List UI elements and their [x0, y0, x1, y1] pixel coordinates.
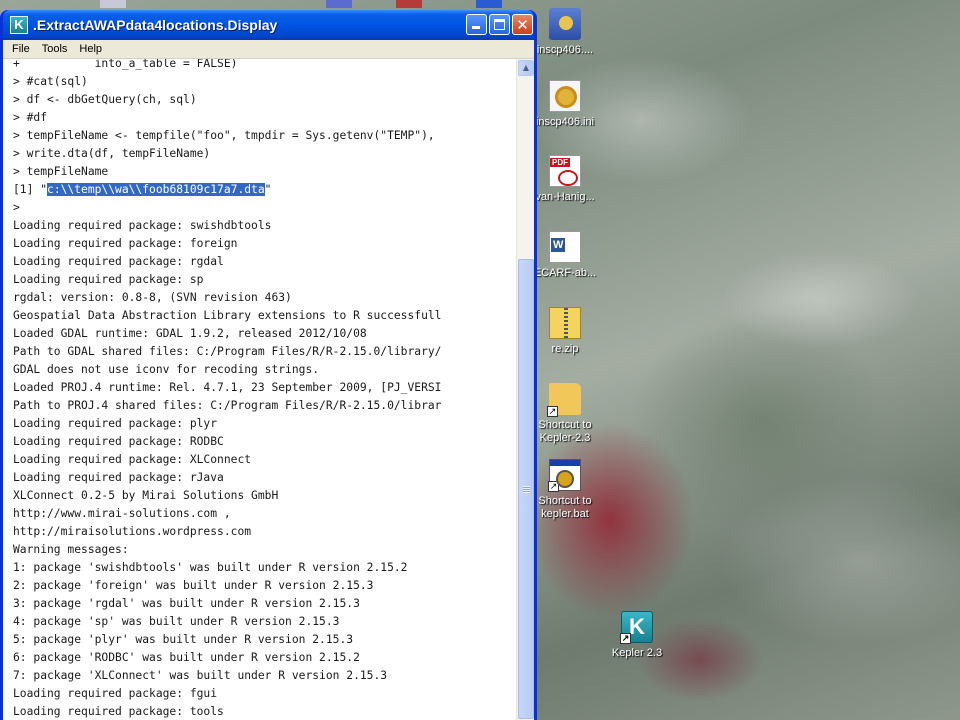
close-button[interactable]: ✕ [512, 14, 533, 35]
desktop-icon-label: Kepler 2.3 [611, 647, 663, 659]
console-line: Loaded GDAL runtime: GDAL 1.9.2, release… [13, 327, 367, 340]
console-line: 6: package 'RODBC' was built under R ver… [13, 651, 360, 664]
console-line: 5: package 'plyr' was built under R vers… [13, 633, 354, 646]
desktop-icon-kepler-bat-shortcut[interactable]: ↗ Shortcut to kepler.bat [525, 459, 605, 521]
close-icon: ✕ [516, 16, 529, 34]
minimize-icon [472, 26, 480, 29]
exe-icon [549, 8, 581, 40]
desktop-icon-label: Shortcut to kepler.bat [538, 495, 592, 520]
kepler-app-icon[interactable]: K [10, 16, 28, 34]
console-line: Loading required package: fgui [13, 687, 218, 700]
batch-file-icon: ↗ [548, 459, 581, 492]
console-line: > [13, 201, 20, 214]
console-line: GDAL does not use iconv for recoding str… [13, 363, 320, 376]
console-line: 7: package 'XLConnect' was built under R… [13, 669, 388, 682]
console-output[interactable]: + into_a_table = FALSE) > #cat(sql) > df <… [3, 59, 516, 720]
console-line: Warning messages: [13, 543, 129, 556]
console-line: Loading required package: foreign [13, 237, 238, 250]
pdf-file-icon [549, 155, 581, 187]
console-line: Loading required package: rgdal [13, 255, 224, 268]
desktop-icon-kepler[interactable]: K ↗ Kepler 2.3 [597, 611, 677, 660]
console-line: 2: package 'foreign' was built under R v… [13, 579, 374, 592]
window-titlebar[interactable]: K .ExtractAWAPdata4locations.Display ✕ [3, 10, 534, 40]
window-title: .ExtractAWAPdata4locations.Display [33, 17, 278, 33]
maximize-button[interactable] [489, 14, 510, 35]
shortcut-arrow-icon: ↗ [547, 406, 558, 417]
folder-icon: ↗ [547, 383, 581, 417]
minimize-button[interactable] [466, 14, 487, 35]
partial-taskbar-icon [100, 0, 126, 8]
menu-help[interactable]: Help [73, 43, 108, 55]
partial-taskbar-icon [326, 0, 352, 8]
desktop-icon-word-doc[interactable]: ECARF-ab... [525, 231, 605, 280]
scrollbar-thumb[interactable] [518, 259, 534, 719]
result-suffix: " [264, 183, 272, 196]
console-line: 3: package 'rgdal' was built under R ver… [13, 597, 360, 610]
console-line: XLConnect 0.2-5 by Mirai Solutions GmbH [13, 489, 279, 502]
desktop-icon-label: van-Hanig... [535, 191, 595, 203]
console-line: Loading required package: rJava [13, 471, 224, 484]
zip-file-icon [549, 307, 581, 339]
menu-bar: File Tools Help [3, 40, 534, 59]
console-line: Loading required package: sp [13, 273, 204, 286]
partial-taskbar-icon [476, 0, 502, 8]
console-line: Path to PROJ.4 shared files: C:/Program … [13, 399, 442, 412]
console-line: Geospatial Data Abstraction Library exte… [13, 309, 442, 322]
word-doc-icon [549, 231, 581, 263]
desktop-icon-inscp406-exe[interactable]: inscp406.... [525, 8, 605, 57]
console-result-line: [1] "c:\\temp\\wa\\foob68109c17a7.dta" [13, 181, 516, 199]
console-line: Path to GDAL shared files: C:/Program Fi… [13, 345, 442, 358]
maximize-icon [494, 19, 505, 30]
desktop-icon-label: re.zip [551, 343, 579, 355]
console-line: Loading required package: tools [13, 705, 224, 718]
shortcut-arrow-icon: ↗ [548, 481, 559, 492]
desktop-icon-pdf[interactable]: van-Hanig... [525, 155, 605, 204]
selected-file-path[interactable]: c:\\temp\\wa\\foob68109c17a7.dta [47, 183, 265, 196]
scroll-up-button[interactable]: ▲ [518, 60, 534, 76]
grip-icon [523, 486, 530, 493]
console-line: Loading required package: XLConnect [13, 453, 252, 466]
ini-file-icon [549, 80, 581, 112]
console-line: > #cat(sql) [13, 75, 88, 88]
console-line: Loading required package: RODBC [13, 435, 224, 448]
console-line: 4: package 'sp' was built under R versio… [13, 615, 340, 628]
desktop-icon-zip[interactable]: re.zip [525, 307, 605, 356]
partial-taskbar-icon [396, 0, 422, 8]
desktop-icon-label: inscp406.ini [535, 116, 595, 128]
console-line: http://miraisolutions.wordpress.com [13, 525, 252, 538]
menu-file[interactable]: File [6, 43, 36, 55]
console-line: > tempFileName [13, 165, 109, 178]
console-line: > #df [13, 111, 48, 124]
console-line: > tempFileName <- tempfile("foo", tmpdir… [13, 129, 435, 142]
desktop-icon-kepler-folder-shortcut[interactable]: ↗ Shortcut to Kepler-2.3 [525, 383, 605, 445]
console-line: + into_a_table = FALSE) [13, 59, 238, 70]
console-line: Loaded PROJ.4 runtime: Rel. 4.7.1, 23 Se… [13, 381, 442, 394]
console-line: rgdal: version: 0.8-8, (SVN revision 463… [13, 291, 292, 304]
desktop-icon-label: Shortcut to Kepler-2.3 [538, 419, 592, 444]
console-line: http://www.mirai-solutions.com , [13, 507, 231, 520]
console-line: Loading required package: plyr [13, 417, 218, 430]
menu-tools[interactable]: Tools [36, 43, 74, 55]
shortcut-arrow-icon: ↗ [620, 633, 631, 644]
console-line: 1: package 'swishdbtools' was built unde… [13, 561, 408, 574]
result-prefix: [1] " [13, 183, 48, 196]
desktop-icon-inscp406-ini[interactable]: inscp406.ini [525, 80, 605, 129]
console-line: Loading required package: swishdbtools [13, 219, 272, 232]
console-line: > df <- dbGetQuery(ch, sql) [13, 93, 197, 106]
desktop-icon-label: inscp406.... [536, 44, 594, 56]
desktop-icon-label: ECARF-ab... [533, 267, 597, 279]
r-console-window: K .ExtractAWAPdata4locations.Display ✕ F… [0, 10, 537, 720]
console-line: > write.dta(df, tempFileName) [13, 147, 211, 160]
vertical-scrollbar[interactable]: ▲ [516, 59, 534, 720]
kepler-icon: K ↗ [620, 611, 653, 644]
